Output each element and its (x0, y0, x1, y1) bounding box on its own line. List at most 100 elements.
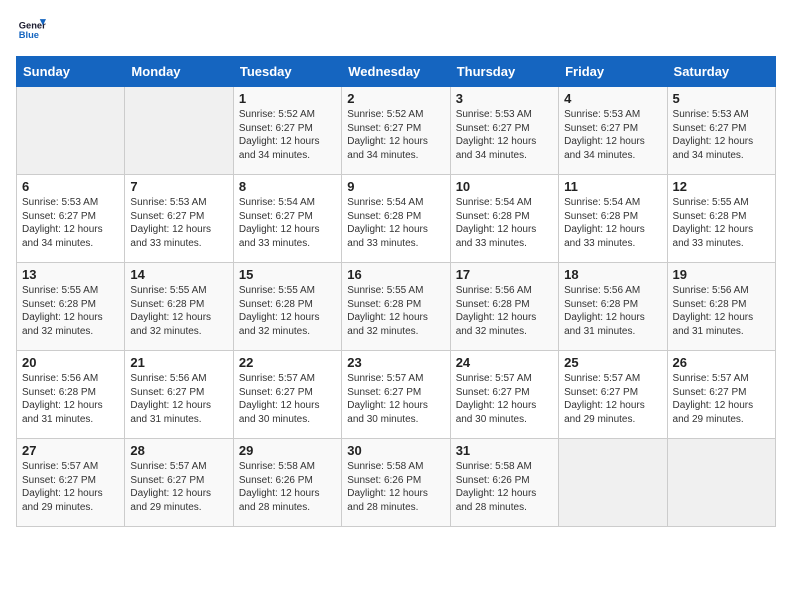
calendar-cell: 6 Sunrise: 5:53 AM Sunset: 6:27 PM Daylig… (17, 175, 125, 263)
day-detail: Sunrise: 5:57 AM Sunset: 6:27 PM Dayligh… (239, 372, 336, 426)
day-detail: Sunrise: 5:53 AM Sunset: 6:27 PM Dayligh… (22, 196, 119, 250)
day-detail: Sunrise: 5:58 AM Sunset: 6:26 PM Dayligh… (347, 460, 444, 514)
calendar-table: SundayMondayTuesdayWednesdayThursdayFrid… (16, 56, 776, 527)
calendar-week-4: 20Sunrise: 5:56 AM Sunset: 6:28 PM Dayli… (17, 351, 776, 439)
day-detail: Sunrise: 5:54 AM Sunset: 6:28 PM Dayligh… (564, 196, 661, 250)
calendar-cell: 13 Sunrise: 5:55 AM Sunset: 6:28 PM Dayli… (17, 263, 125, 351)
day-number: 11 (564, 179, 661, 194)
day-number: 25 (564, 355, 661, 370)
day-number: 7 (130, 179, 227, 194)
day-number: 16 (347, 267, 444, 282)
svg-text:Blue: Blue (19, 30, 39, 40)
calendar-cell: 8Sunrise: 5:54 AM Sunset: 6:27 PM Daylig… (233, 175, 341, 263)
day-detail: Sunrise: 5:55 AM Sunset: 6:28 PM Dayligh… (347, 284, 444, 338)
weekday-header-sunday: Sunday (17, 57, 125, 87)
day-detail: Sunrise: 5:57 AM Sunset: 6:27 PM Dayligh… (347, 372, 444, 426)
day-number: 5 (673, 91, 770, 106)
calendar-cell: 24 Sunrise: 5:57 AM Sunset: 6:27 PM Dayli… (450, 351, 558, 439)
calendar-week-5: 27 Sunrise: 5:57 AM Sunset: 6:27 PM Dayli… (17, 439, 776, 527)
day-detail: Sunrise: 5:54 AM Sunset: 6:28 PM Dayligh… (456, 196, 553, 250)
day-number: 3 (456, 91, 553, 106)
calendar-cell: 21 Sunrise: 5:56 AM Sunset: 6:27 PM Dayli… (125, 351, 233, 439)
day-detail: Sunrise: 5:55 AM Sunset: 6:28 PM Dayligh… (239, 284, 336, 338)
calendar-cell: 3 Sunrise: 5:53 AM Sunset: 6:27 PM Daylig… (450, 87, 558, 175)
day-detail: Sunrise: 5:56 AM Sunset: 6:28 PM Dayligh… (564, 284, 661, 338)
day-number: 2 (347, 91, 444, 106)
calendar-cell: 28Sunrise: 5:57 AM Sunset: 6:27 PM Dayli… (125, 439, 233, 527)
day-number: 22 (239, 355, 336, 370)
day-detail: Sunrise: 5:53 AM Sunset: 6:27 PM Dayligh… (130, 196, 227, 250)
calendar-cell: 19Sunrise: 5:56 AM Sunset: 6:28 PM Dayli… (667, 263, 775, 351)
calendar-cell: 27 Sunrise: 5:57 AM Sunset: 6:27 PM Dayli… (17, 439, 125, 527)
calendar-cell: 7 Sunrise: 5:53 AM Sunset: 6:27 PM Daylig… (125, 175, 233, 263)
weekday-header-thursday: Thursday (450, 57, 558, 87)
day-number: 18 (564, 267, 661, 282)
day-number: 21 (130, 355, 227, 370)
day-detail: Sunrise: 5:56 AM Sunset: 6:27 PM Dayligh… (130, 372, 227, 426)
calendar-cell: 14 Sunrise: 5:55 AM Sunset: 6:28 PM Dayli… (125, 263, 233, 351)
weekday-header-friday: Friday (559, 57, 667, 87)
day-number: 13 (22, 267, 119, 282)
day-number: 27 (22, 443, 119, 458)
day-detail: Sunrise: 5:52 AM Sunset: 6:27 PM Dayligh… (347, 108, 444, 162)
day-detail: Sunrise: 5:56 AM Sunset: 6:28 PM Dayligh… (456, 284, 553, 338)
day-detail: Sunrise: 5:57 AM Sunset: 6:27 PM Dayligh… (130, 460, 227, 514)
calendar-cell: 17Sunrise: 5:56 AM Sunset: 6:28 PM Dayli… (450, 263, 558, 351)
calendar-cell (667, 439, 775, 527)
day-number: 10 (456, 179, 553, 194)
day-number: 29 (239, 443, 336, 458)
weekday-header-wednesday: Wednesday (342, 57, 450, 87)
calendar-cell: 15 Sunrise: 5:55 AM Sunset: 6:28 PM Dayli… (233, 263, 341, 351)
day-number: 6 (22, 179, 119, 194)
day-detail: Sunrise: 5:58 AM Sunset: 6:26 PM Dayligh… (456, 460, 553, 514)
day-detail: Sunrise: 5:55 AM Sunset: 6:28 PM Dayligh… (130, 284, 227, 338)
calendar-header: SundayMondayTuesdayWednesdayThursdayFrid… (17, 57, 776, 87)
day-detail: Sunrise: 5:54 AM Sunset: 6:27 PM Dayligh… (239, 196, 336, 250)
day-detail: Sunrise: 5:53 AM Sunset: 6:27 PM Dayligh… (456, 108, 553, 162)
calendar-cell: 11 Sunrise: 5:54 AM Sunset: 6:28 PM Dayli… (559, 175, 667, 263)
calendar-cell: 10 Sunrise: 5:54 AM Sunset: 6:28 PM Dayli… (450, 175, 558, 263)
day-detail: Sunrise: 5:57 AM Sunset: 6:27 PM Dayligh… (22, 460, 119, 514)
calendar-cell (17, 87, 125, 175)
day-number: 24 (456, 355, 553, 370)
calendar-week-2: 6 Sunrise: 5:53 AM Sunset: 6:27 PM Daylig… (17, 175, 776, 263)
calendar-cell: 26 Sunrise: 5:57 AM Sunset: 6:27 PM Dayli… (667, 351, 775, 439)
day-number: 19 (673, 267, 770, 282)
weekday-header-saturday: Saturday (667, 57, 775, 87)
calendar-cell: 22 Sunrise: 5:57 AM Sunset: 6:27 PM Dayli… (233, 351, 341, 439)
calendar-cell: 18 Sunrise: 5:56 AM Sunset: 6:28 PM Dayli… (559, 263, 667, 351)
day-detail: Sunrise: 5:57 AM Sunset: 6:27 PM Dayligh… (673, 372, 770, 426)
day-detail: Sunrise: 5:55 AM Sunset: 6:28 PM Dayligh… (673, 196, 770, 250)
day-number: 20 (22, 355, 119, 370)
calendar-cell: 20Sunrise: 5:56 AM Sunset: 6:28 PM Dayli… (17, 351, 125, 439)
day-detail: Sunrise: 5:58 AM Sunset: 6:26 PM Dayligh… (239, 460, 336, 514)
calendar-cell: 23Sunrise: 5:57 AM Sunset: 6:27 PM Dayli… (342, 351, 450, 439)
day-number: 1 (239, 91, 336, 106)
day-number: 9 (347, 179, 444, 194)
calendar-cell (559, 439, 667, 527)
day-detail: Sunrise: 5:53 AM Sunset: 6:27 PM Dayligh… (564, 108, 661, 162)
page-header: General Blue (16, 16, 776, 44)
calendar-cell: 12Sunrise: 5:55 AM Sunset: 6:28 PM Dayli… (667, 175, 775, 263)
calendar-cell: 30 Sunrise: 5:58 AM Sunset: 6:26 PM Dayli… (342, 439, 450, 527)
day-number: 30 (347, 443, 444, 458)
logo: General Blue (16, 16, 46, 44)
day-detail: Sunrise: 5:55 AM Sunset: 6:28 PM Dayligh… (22, 284, 119, 338)
day-number: 15 (239, 267, 336, 282)
calendar-cell: 31 Sunrise: 5:58 AM Sunset: 6:26 PM Dayli… (450, 439, 558, 527)
day-detail: Sunrise: 5:57 AM Sunset: 6:27 PM Dayligh… (456, 372, 553, 426)
logo-icon: General Blue (18, 16, 46, 44)
day-number: 14 (130, 267, 227, 282)
calendar-cell: 2 Sunrise: 5:52 AM Sunset: 6:27 PM Daylig… (342, 87, 450, 175)
calendar-cell: 25Sunrise: 5:57 AM Sunset: 6:27 PM Dayli… (559, 351, 667, 439)
day-number: 4 (564, 91, 661, 106)
day-number: 26 (673, 355, 770, 370)
day-number: 31 (456, 443, 553, 458)
weekday-header-monday: Monday (125, 57, 233, 87)
calendar-week-1: 1 Sunrise: 5:52 AM Sunset: 6:27 PM Daylig… (17, 87, 776, 175)
calendar-cell: 29 Sunrise: 5:58 AM Sunset: 6:26 PM Dayli… (233, 439, 341, 527)
calendar-cell (125, 87, 233, 175)
weekday-header-tuesday: Tuesday (233, 57, 341, 87)
calendar-cell: 5Sunrise: 5:53 AM Sunset: 6:27 PM Daylig… (667, 87, 775, 175)
calendar-cell: 9Sunrise: 5:54 AM Sunset: 6:28 PM Daylig… (342, 175, 450, 263)
